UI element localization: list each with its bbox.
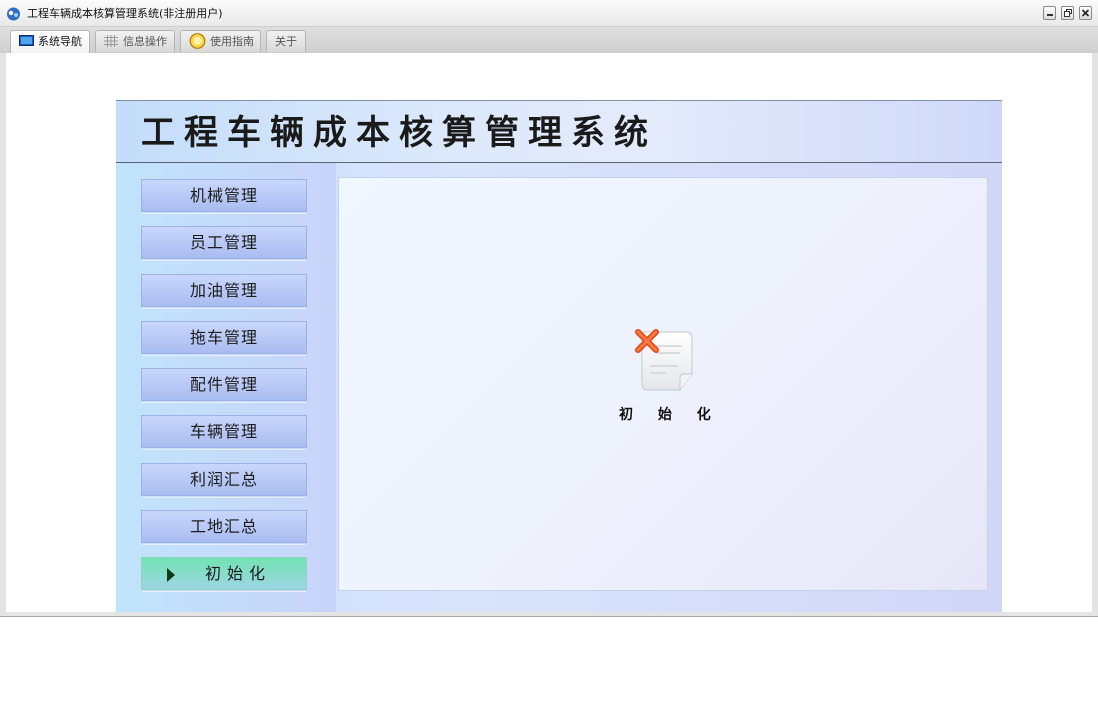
sidebar-item-parts[interactable]: 配件管理	[141, 368, 307, 403]
sidebar-item-label: 加油管理	[189, 281, 258, 300]
sidebar-item-employees[interactable]: 员工管理	[141, 226, 307, 261]
sidebar-item-site-summary[interactable]: 工地汇总	[141, 510, 307, 545]
minimize-icon	[1047, 14, 1053, 16]
sidebar-item-label: 拖车管理	[189, 328, 258, 347]
sidebar-item-label: 车辆管理	[189, 422, 258, 441]
main-area: 初 始 化	[338, 177, 988, 591]
title-bar: 工程车辆成本核算管理系统(非注册用户)	[0, 0, 1098, 27]
sidebar-item-label: 员工管理	[189, 233, 258, 252]
close-icon	[1081, 9, 1090, 17]
info-icon	[189, 33, 206, 49]
app-logo-icon	[7, 7, 20, 21]
tab-system-navigation[interactable]: 系统导航	[10, 30, 90, 53]
tab-label: 使用指南	[210, 35, 254, 48]
tab-user-guide[interactable]: 使用指南	[180, 30, 261, 52]
tab-label: 信息操作	[123, 35, 167, 48]
sidebar-item-towing[interactable]: 拖车管理	[141, 321, 307, 356]
content-area: 工程车辆成本核算管理系统 机械管理 员工管理 加油管理 拖车管理 配件管理 车辆…	[6, 53, 1092, 612]
close-button[interactable]	[1079, 6, 1092, 20]
sidebar-item-label: 机械管理	[189, 186, 258, 205]
restore-icon	[1064, 9, 1072, 17]
banner: 工程车辆成本核算管理系统	[116, 100, 1002, 163]
sidebar-item-refueling[interactable]: 加油管理	[141, 274, 307, 309]
system-panel: 工程车辆成本核算管理系统 机械管理 员工管理 加油管理 拖车管理 配件管理 车辆…	[116, 100, 1002, 612]
grid-icon	[104, 35, 118, 47]
initialize-label[interactable]: 初 始 化	[619, 404, 715, 424]
tab-about[interactable]: 关于	[266, 30, 306, 52]
document-delete-icon[interactable]	[634, 326, 696, 396]
app-window: 工程车辆成本核算管理系统(非注册用户) 系统导航 信息操作 使用指南 关于 工程…	[0, 0, 1098, 617]
tab-strip: 系统导航 信息操作 使用指南 关于	[0, 27, 1098, 53]
sidebar-item-label: 初始化	[204, 564, 271, 583]
tab-label: 关于	[275, 35, 297, 48]
window-title: 工程车辆成本核算管理系统(非注册用户)	[27, 7, 223, 20]
sidebar-item-label: 利润汇总	[189, 470, 258, 489]
sidebar-item-label: 配件管理	[189, 375, 258, 394]
sidebar-item-vehicles[interactable]: 车辆管理	[141, 415, 307, 450]
tab-label: 系统导航	[38, 35, 82, 48]
minimize-button[interactable]	[1043, 6, 1056, 20]
system-title: 工程车辆成本核算管理系统	[141, 113, 657, 153]
tab-info-operations[interactable]: 信息操作	[95, 30, 175, 52]
arrow-right-icon	[167, 568, 175, 582]
monitor-icon	[19, 35, 34, 46]
sidebar-item-initialize[interactable]: 初始化	[141, 557, 307, 592]
sidebar-item-profit-summary[interactable]: 利润汇总	[141, 463, 307, 498]
sidebar: 机械管理 员工管理 加油管理 拖车管理 配件管理 车辆管理 利润汇总 工地汇总 …	[116, 163, 336, 612]
restore-button[interactable]	[1061, 6, 1074, 20]
sidebar-item-label: 工地汇总	[189, 517, 258, 536]
sidebar-item-machinery[interactable]: 机械管理	[141, 179, 307, 214]
